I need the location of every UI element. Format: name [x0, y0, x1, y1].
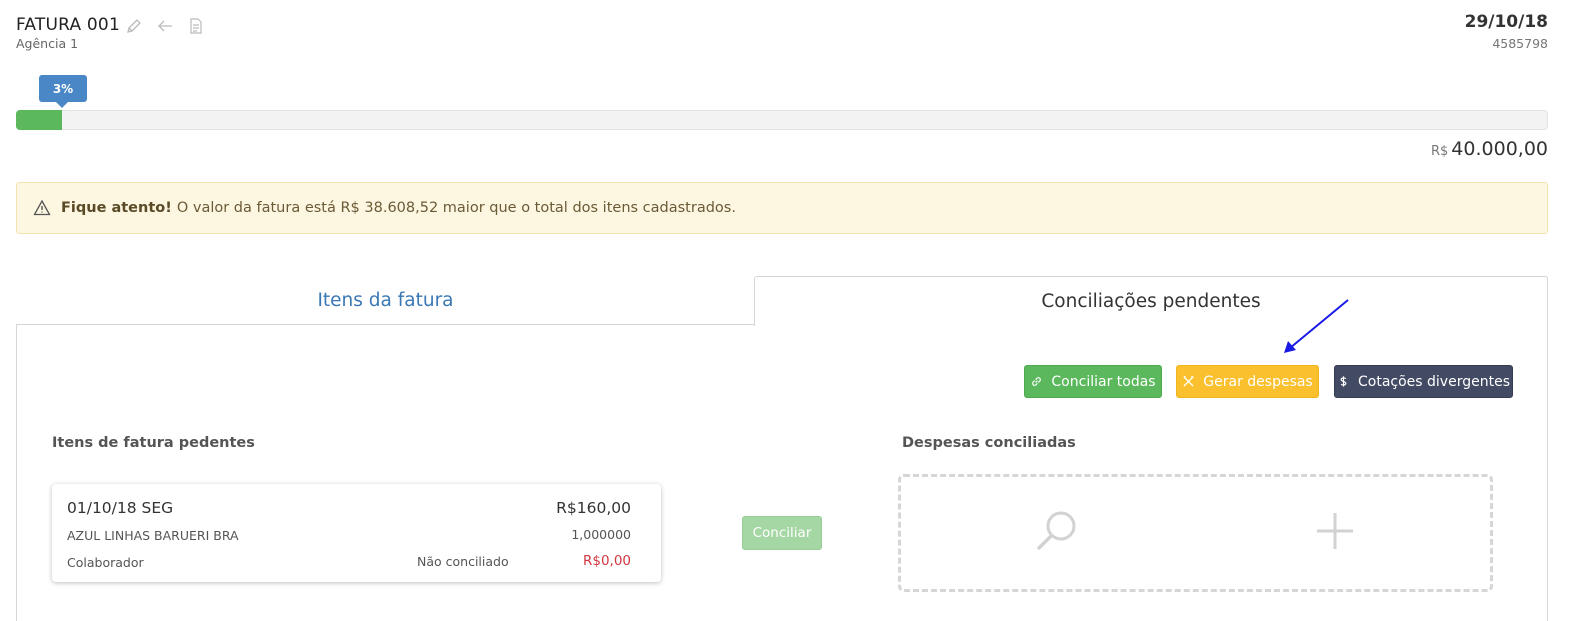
- alert-strong: Fique atento!: [61, 200, 172, 216]
- item-date: 01/10/18 SEG: [67, 499, 174, 517]
- pencil-icon[interactable]: [125, 17, 143, 35]
- invoice-total: R$ 40.000,00: [1431, 138, 1548, 160]
- reconciled-expenses-heading: Despesas conciliadas: [902, 435, 1076, 451]
- arrow-left-icon[interactable]: [156, 17, 174, 35]
- warning-alert: Fique atento! O valor da fatura está R$ …: [16, 182, 1548, 234]
- item-status: Não conciliado: [417, 554, 509, 569]
- link-icon: [1032, 377, 1042, 386]
- search-icon[interactable]: [1035, 509, 1079, 553]
- pending-item-card[interactable]: 01/10/18 SEG R$160,00 AZUL LINHAS BARUER…: [52, 484, 661, 582]
- reconcile-button[interactable]: Conciliar: [742, 516, 822, 550]
- invoice-code: 4585798: [1492, 36, 1548, 51]
- item-reconciled-value: R$0,00: [582, 553, 631, 569]
- item-amount: R$160,00: [556, 499, 631, 517]
- invoice-title: FATURA 001: [16, 15, 120, 35]
- progress-tooltip: 3%: [39, 75, 87, 108]
- agency-name: Agência 1: [16, 36, 79, 51]
- pending-items-heading: Itens de fatura pedentes: [52, 435, 255, 451]
- currency-symbol: R$: [1430, 144, 1449, 159]
- document-icon[interactable]: [187, 17, 205, 35]
- warning-icon: [33, 199, 51, 216]
- progress-track: [16, 110, 1548, 130]
- plus-icon[interactable]: [1315, 511, 1355, 551]
- tab-pending-reconciliations[interactable]: Conciliações pendentes: [754, 276, 1548, 326]
- tab-invoice-items[interactable]: Itens da fatura: [16, 276, 755, 325]
- generate-expenses-label: Gerar despesas: [1203, 373, 1313, 390]
- total-amount: 40.000,00: [1451, 138, 1548, 160]
- tools-icon: [1183, 375, 1194, 387]
- divergent-quotes-label: Cotações divergentes: [1358, 373, 1510, 390]
- divergent-quotes-button[interactable]: Cotações divergentes: [1334, 365, 1513, 398]
- reconcile-all-label: Conciliar todas: [1051, 373, 1156, 390]
- item-role: Colaborador: [67, 555, 144, 570]
- item-rate: 1,000000: [571, 527, 631, 542]
- item-vendor: AZUL LINHAS BARUERI BRA: [67, 528, 239, 543]
- progress-fill: [16, 110, 62, 130]
- invoice-date: 29/10/18: [1464, 12, 1548, 32]
- dollar-icon: [1340, 376, 1347, 387]
- alert-message: O valor da fatura está R$ 38.608,52 maio…: [176, 200, 736, 216]
- reconcile-all-button[interactable]: Conciliar todas: [1024, 365, 1162, 398]
- reconciled-dropzone[interactable]: [898, 474, 1493, 592]
- annotation-arrow-icon: [1284, 299, 1349, 353]
- generate-expenses-button[interactable]: Gerar despesas: [1176, 365, 1319, 398]
